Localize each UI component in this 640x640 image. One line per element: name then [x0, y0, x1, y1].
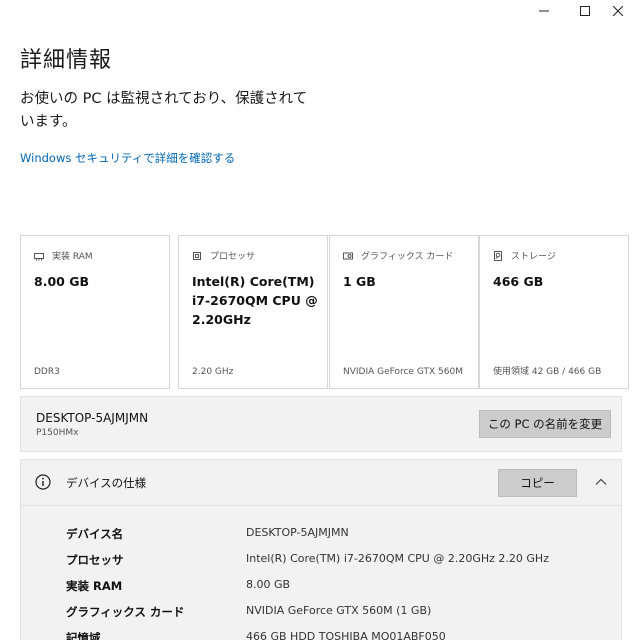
- spec-key: デバイス名: [66, 527, 124, 541]
- device-model: P150HMx: [36, 428, 79, 438]
- spec-row: プロセッサ Intel(R) Core(TM) i7-2670QM CPU @ …: [66, 552, 606, 578]
- card-value: Intel(R) Core(TM) i7-2670QM CPU @ 2.20GH…: [192, 274, 318, 327]
- card-graphics: グラフィックス カード 1 GB NVIDIA GeForce GTX 560M: [329, 235, 479, 389]
- card-value: 466 GB: [493, 274, 544, 289]
- card-footer: DDR3: [34, 367, 60, 377]
- spec-key: プロセッサ: [66, 553, 124, 567]
- spec-value: NVIDIA GeForce GTX 560M (1 GB): [246, 604, 432, 617]
- card-footer: 使用領域 42 GB / 466 GB: [493, 367, 602, 377]
- spec-key: 実装 RAM: [66, 579, 123, 593]
- spec-key: グラフィックス カード: [66, 605, 185, 619]
- windows-security-link[interactable]: Windows セキュリティで詳細を確認する: [20, 150, 235, 166]
- card-ram: 実装 RAM 8.00 GB DDR3: [20, 235, 170, 389]
- card-label: プロセッサ: [210, 252, 256, 262]
- page-title: 詳細情報: [20, 48, 113, 73]
- card-footer: NVIDIA GeForce GTX 560M: [343, 367, 463, 377]
- card-footer: 2.20 GHz: [192, 367, 234, 377]
- protection-status-text: お使いの PC は監視されており、保護されています。: [20, 91, 308, 130]
- spec-row: グラフィックス カード NVIDIA GeForce GTX 560M (1 G…: [66, 604, 606, 630]
- card-processor: プロセッサ Intel(R) Core(TM) i7-2670QM CPU @ …: [178, 235, 328, 389]
- rename-pc-button[interactable]: この PC の名前を変更: [479, 410, 611, 438]
- hardware-summary-cards: 実装 RAM 8.00 GB DDR3 プロセッサ Intel(R) Core(…: [20, 235, 629, 389]
- device-specifications-panel: デバイスの仕様 コピー デバイス名 DESKTOP-5AJMJMN プロセッサ …: [20, 459, 622, 640]
- card-label: 実装 RAM: [52, 252, 93, 262]
- spec-row: 記憶域 466 GB HDD TOSHIBA MQ01ABF050: [66, 630, 606, 640]
- card-label: グラフィックス カード: [361, 252, 454, 262]
- chevron-up-icon[interactable]: [593, 474, 609, 490]
- spec-header[interactable]: デバイスの仕様 コピー: [21, 460, 621, 506]
- spec-rows: デバイス名 DESKTOP-5AJMJMN プロセッサ Intel(R) Cor…: [66, 526, 606, 640]
- storage-icon: [494, 250, 502, 261]
- spec-value: 8.00 GB: [246, 578, 291, 591]
- device-name: DESKTOP-5AJMJMN: [36, 411, 149, 425]
- spec-value: DESKTOP-5AJMJMN: [246, 526, 349, 539]
- card-storage: ストレージ 466 GB 使用領域 42 GB / 466 GB: [479, 235, 629, 389]
- card-value: 1 GB: [343, 274, 376, 289]
- graphics-card-icon: [343, 252, 353, 259]
- title-bar: [0, 0, 640, 22]
- memory-icon: [34, 252, 44, 260]
- spec-value: Intel(R) Core(TM) i7-2670QM CPU @ 2.20GH…: [246, 552, 549, 565]
- spec-row: デバイス名 DESKTOP-5AJMJMN: [66, 526, 606, 552]
- spec-key: 記憶域: [66, 631, 101, 640]
- processor-icon: [193, 251, 201, 260]
- close-icon[interactable]: [596, 0, 640, 22]
- info-icon: [35, 474, 51, 490]
- device-name-panel: DESKTOP-5AJMJMN P150HMx この PC の名前を変更: [20, 396, 622, 452]
- spec-row: 実装 RAM 8.00 GB: [66, 578, 606, 604]
- spec-title: デバイスの仕様: [66, 476, 147, 490]
- spec-value: 466 GB HDD TOSHIBA MQ01ABF050: [246, 630, 446, 640]
- card-label: ストレージ: [511, 252, 556, 262]
- minimize-icon[interactable]: [522, 0, 566, 22]
- copy-button[interactable]: コピー: [498, 469, 577, 497]
- card-value: 8.00 GB: [34, 274, 89, 289]
